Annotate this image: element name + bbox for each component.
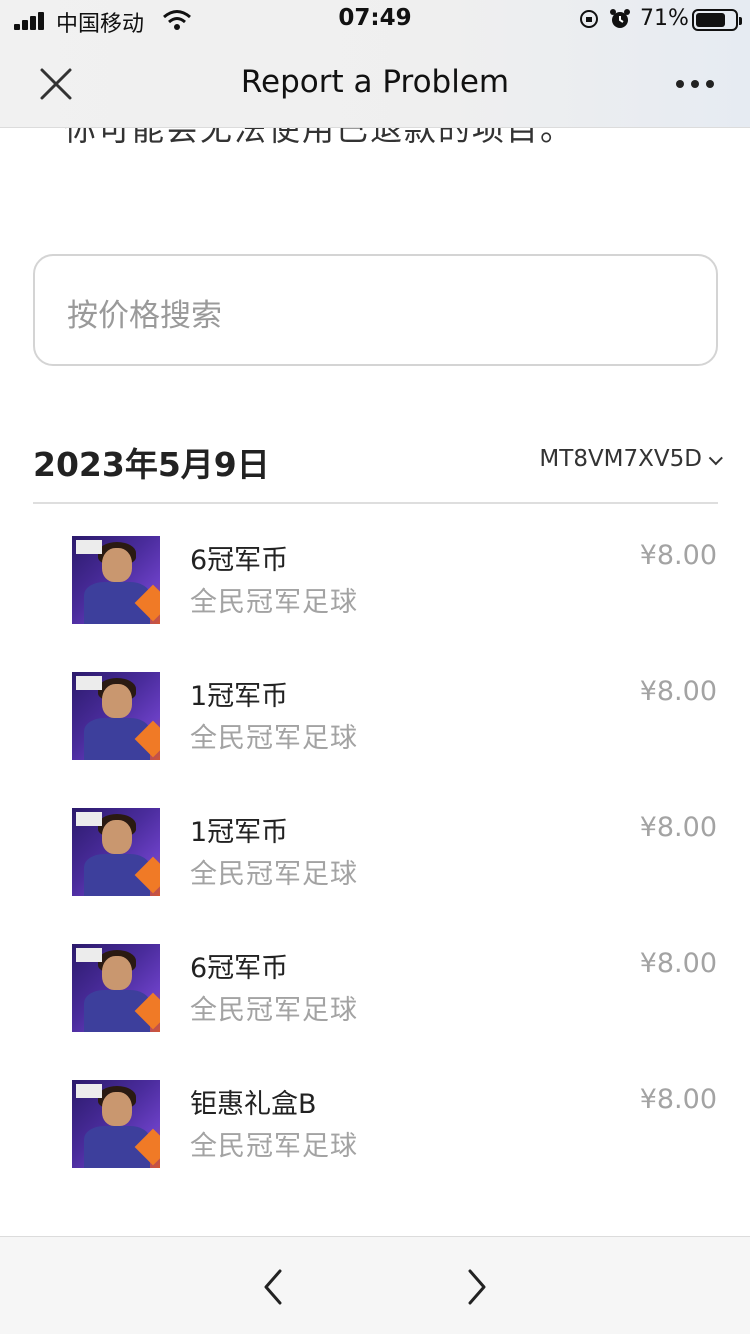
app-thumbnail (72, 536, 160, 624)
item-price: ¥8.00 (639, 1084, 717, 1115)
app-thumbnail (72, 808, 160, 896)
list-item[interactable]: 1冠军币全民冠军足球 ¥8.00 (0, 806, 750, 902)
top-bar: 中国移动 07:49 71% Report a Problem (0, 0, 750, 128)
search-placeholder: 按价格搜索 (67, 298, 222, 334)
item-app: 全民冠军足球 (190, 723, 358, 754)
item-name: 1冠军币 (190, 681, 289, 712)
status-bar: 中国移动 07:49 71% (0, 0, 750, 40)
list-item[interactable]: 钜惠礼盒B 全民冠军足球 ¥8.00 (0, 1078, 750, 1174)
list-item[interactable]: 6冠军币全民冠军足球 ¥8.00 (0, 942, 750, 1038)
purchase-date-row: 2023年5月9日 MT8VM7XV5D (33, 438, 723, 484)
item-app: 全民冠军足球 (190, 995, 358, 1026)
item-price: ¥8.00 (639, 676, 717, 707)
battery-icon (692, 9, 742, 31)
item-name: 6冠军币 (190, 545, 289, 576)
purchase-date: 2023年5月9日 (33, 445, 270, 484)
alarm-icon (610, 9, 630, 28)
item-app: 全民冠军足球 (190, 1131, 358, 1162)
list-item[interactable]: 6冠军币全民冠军足球 ¥8.00 (0, 534, 750, 630)
page-title: Report a Problem (240, 64, 510, 100)
rotation-lock-icon (580, 10, 598, 28)
chevron-right-icon[interactable] (454, 1265, 498, 1309)
search-input[interactable]: 按价格搜索 (33, 254, 718, 366)
item-price: ¥8.00 (639, 540, 717, 571)
chevron-left-icon[interactable] (252, 1265, 296, 1309)
item-app: 全民冠军足球 (190, 859, 358, 890)
list-item[interactable]: 1冠军币全民冠军足球 ¥8.00 (0, 670, 750, 766)
battery-percent: 71% (640, 6, 689, 31)
item-name: 1冠军币 (190, 817, 289, 848)
order-id: MT8VM7XV5D (539, 446, 702, 472)
item-app: 全民冠军足球 (190, 587, 358, 618)
app-thumbnail (72, 1080, 160, 1168)
app-thumbnail (72, 944, 160, 1032)
order-id-dropdown[interactable]: MT8VM7XV5D (539, 446, 723, 472)
item-name: 钜惠礼盒B (190, 1089, 317, 1120)
divider (33, 502, 718, 504)
more-icon[interactable] (664, 68, 724, 98)
item-price: ¥8.00 (639, 812, 717, 843)
app-thumbnail (72, 672, 160, 760)
chevron-down-icon (708, 451, 723, 466)
nav-header: Report a Problem (0, 40, 750, 128)
item-name: 6冠军币 (190, 953, 289, 984)
item-price: ¥8.00 (639, 948, 717, 979)
clock: 07:49 (338, 5, 412, 31)
bottom-toolbar (0, 1236, 750, 1334)
